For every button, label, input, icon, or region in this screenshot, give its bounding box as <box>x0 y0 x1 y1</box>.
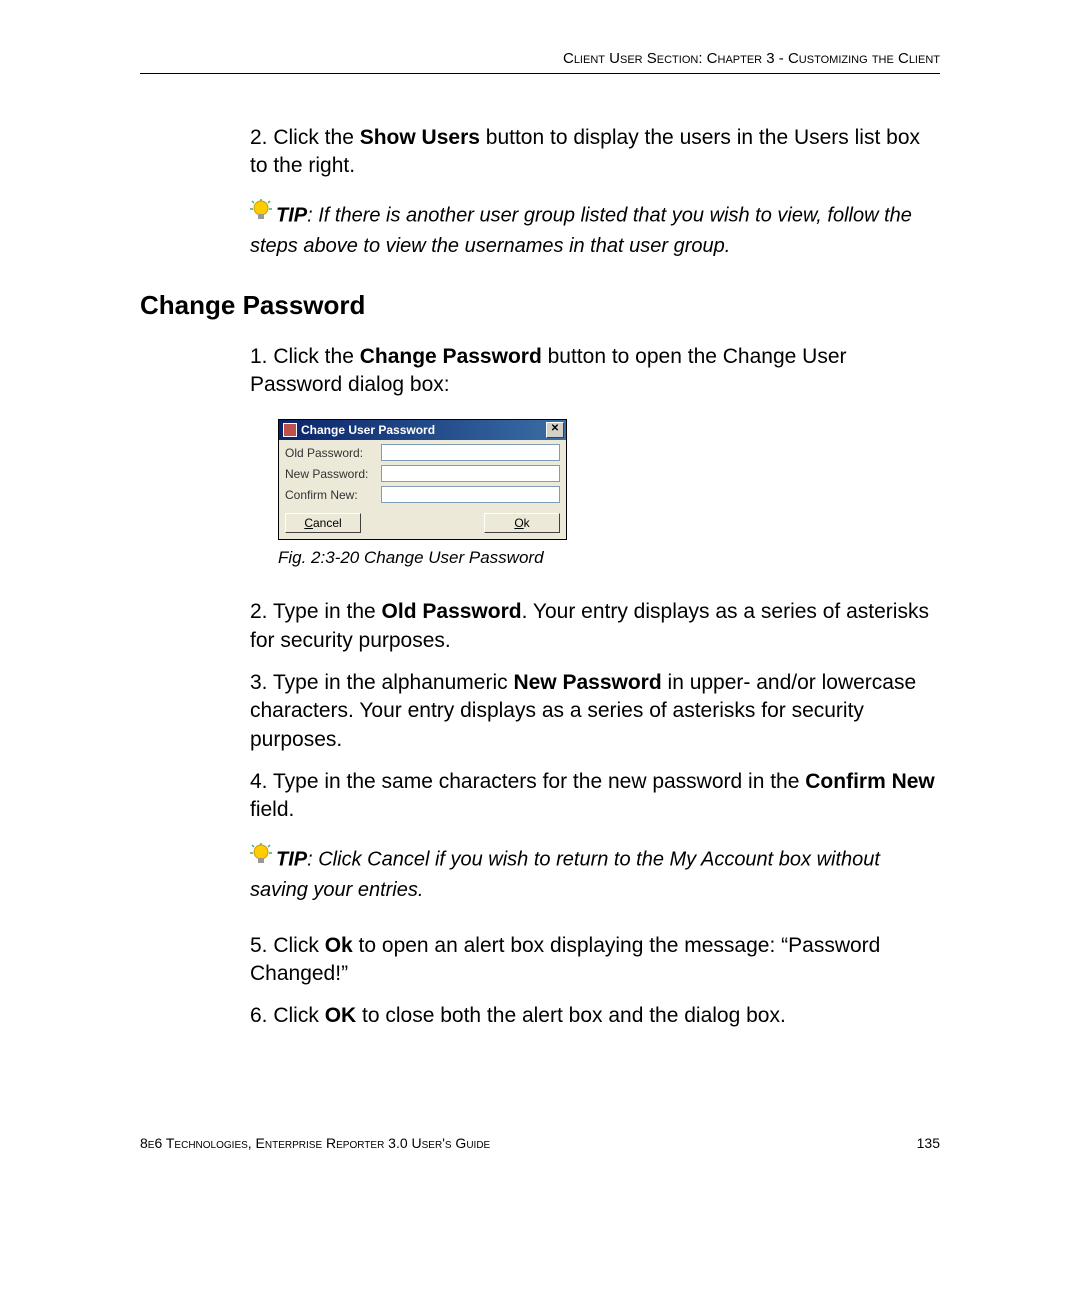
bold-text: Old Password <box>382 600 522 623</box>
dialog-titlebar: Change User Password ✕ <box>279 420 566 440</box>
bold-text: New Password <box>513 671 661 694</box>
page-footer: 8e6 Technologies, Enterprise Reporter 3.… <box>140 1135 940 1151</box>
dialog-title: Change User Password <box>301 423 435 437</box>
cp-step-2: 2. Type in the Old Password. Your entry … <box>250 598 940 655</box>
bold-text: OK <box>325 1004 357 1027</box>
new-password-label: New Password: <box>285 467 381 481</box>
tip-block-1: TIP: If there is another user group list… <box>250 199 940 260</box>
text: 2. Click the <box>250 126 360 149</box>
tip-label: TIP <box>276 848 307 870</box>
text: to close both the alert box and the dial… <box>356 1004 786 1027</box>
cp-step-4: 4. Type in the same characters for the n… <box>250 768 940 825</box>
page-number: 135 <box>917 1135 940 1151</box>
cp-step-6: 6. Click OK to close both the alert box … <box>250 1002 940 1030</box>
tip-text: : If there is another user group listed … <box>250 204 912 257</box>
step-2-show-users: 2. Click the Show Users button to displa… <box>250 124 940 181</box>
figure-caption: Fig. 2:3-20 Change User Password <box>278 548 940 568</box>
dialog-figure: Change User Password ✕ Old Password: New… <box>278 419 940 540</box>
footer-left: 8e6 Technologies, Enterprise Reporter 3.… <box>140 1135 490 1151</box>
close-button[interactable]: ✕ <box>546 422 564 438</box>
bold-text: Change Password <box>360 345 542 368</box>
text: field. <box>250 798 294 821</box>
text: 3. Type in the alphanumeric <box>250 671 513 694</box>
bold-text: Show Users <box>360 126 480 149</box>
cancel-button[interactable]: Cancel <box>285 513 361 533</box>
text: 4. Type in the same characters for the n… <box>250 770 805 793</box>
old-password-input[interactable] <box>381 444 560 461</box>
section-heading-change-password: Change Password <box>140 290 940 321</box>
lightbulb-icon <box>250 843 272 877</box>
text: 6. Click <box>250 1004 325 1027</box>
confirm-new-input[interactable] <box>381 486 560 503</box>
cp-step-3: 3. Type in the alphanumeric New Password… <box>250 669 940 754</box>
change-user-password-dialog: Change User Password ✕ Old Password: New… <box>278 419 567 540</box>
new-password-input[interactable] <box>381 465 560 482</box>
tip-block-2: TIP: Click Cancel if you wish to return … <box>250 843 940 904</box>
text: 5. Click <box>250 934 325 957</box>
tip-label: TIP <box>276 204 307 226</box>
dialog-icon <box>283 423 297 437</box>
cp-step-5: 5. Click Ok to open an alert box display… <box>250 932 940 989</box>
ok-button[interactable]: Ok <box>484 513 560 533</box>
old-password-label: Old Password: <box>285 446 381 460</box>
bold-text: Confirm New <box>805 770 935 793</box>
tip-text: : Click Cancel if you wish to return to … <box>250 848 880 901</box>
lightbulb-icon <box>250 199 272 233</box>
cp-step-1: 1. Click the Change Password button to o… <box>250 343 940 400</box>
confirm-new-label: Confirm New: <box>285 488 381 502</box>
text: 1. Click the <box>250 345 360 368</box>
page-header: Client User Section: Chapter 3 - Customi… <box>140 50 940 74</box>
text: 2. Type in the <box>250 600 382 623</box>
bold-text: Ok <box>325 934 353 957</box>
